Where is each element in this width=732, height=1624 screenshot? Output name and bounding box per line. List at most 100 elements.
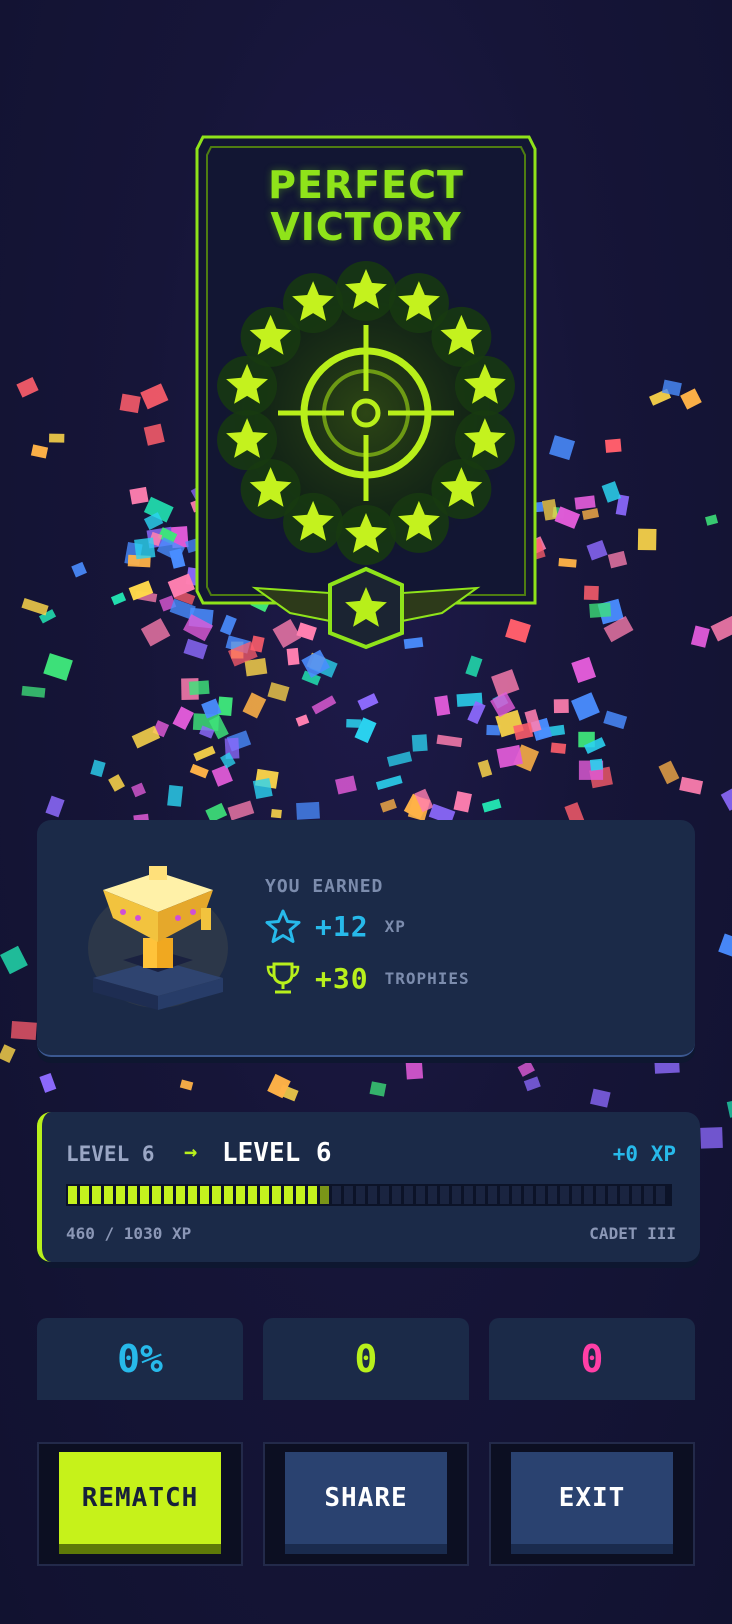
- confetti-piece: [143, 496, 174, 523]
- confetti-piece: [179, 1079, 194, 1091]
- level-from-label: LEVEL 6: [66, 1142, 155, 1166]
- confetti-piece: [45, 795, 65, 818]
- confetti-piece: [135, 590, 158, 603]
- perfect-victory-badge: PERFECT VICTORY: [195, 133, 537, 663]
- confetti-piece: [554, 506, 581, 529]
- confetti-piece: [553, 699, 569, 714]
- confetti-piece: [583, 737, 606, 754]
- confetti-piece: [140, 618, 171, 647]
- badge-title-line1: PERFECT: [268, 163, 464, 207]
- xp-bar-segment: [620, 1186, 629, 1204]
- xp-bar-segment: [212, 1186, 221, 1204]
- confetti-piece: [538, 724, 566, 738]
- xp-bar-segment: [500, 1186, 509, 1204]
- confetti-piece: [700, 1127, 723, 1149]
- xp-bar-segment: [176, 1186, 185, 1204]
- confetti-piece: [690, 625, 710, 648]
- xp-bar-segment: [608, 1186, 617, 1204]
- xp-bar-segment: [524, 1186, 533, 1204]
- confetti-piece: [311, 695, 337, 715]
- xp-bar-segment: [332, 1186, 341, 1204]
- confetti-piece: [496, 744, 523, 769]
- confetti-piece: [159, 595, 177, 612]
- confetti-piece: [357, 693, 379, 711]
- share-button[interactable]: SHARE: [285, 1452, 447, 1544]
- confetti-piece: [129, 486, 149, 505]
- confetti-piece: [477, 759, 493, 778]
- confetti-piece: [90, 759, 106, 778]
- confetti-piece: [558, 558, 577, 568]
- confetti-piece: [661, 379, 682, 397]
- xp-bar-segment: [248, 1186, 257, 1204]
- xp-reward-unit: XP: [384, 916, 406, 936]
- exit-button[interactable]: EXIT: [511, 1452, 673, 1544]
- you-earned-label: YOU EARNED: [265, 876, 384, 897]
- confetti-piece: [172, 706, 194, 731]
- rank-label: CADET III: [589, 1224, 676, 1243]
- confetti-piece: [492, 693, 509, 709]
- confetti-piece: [167, 785, 184, 807]
- confetti-piece: [649, 388, 672, 406]
- confetti-piece: [586, 540, 608, 561]
- exit-button-frame: EXIT: [489, 1442, 695, 1566]
- star-outline-icon: [265, 909, 301, 943]
- xp-bar-segment: [260, 1186, 269, 1204]
- confetti-piece: [224, 737, 240, 760]
- confetti-piece: [227, 800, 255, 821]
- confetti-piece: [295, 714, 310, 727]
- xp-bar-segment: [356, 1186, 365, 1204]
- xp-bar-segment: [392, 1186, 401, 1204]
- confetti-piece: [405, 1059, 424, 1080]
- confetti-piece: [436, 734, 463, 748]
- confetti-piece: [208, 715, 229, 740]
- trophy-image: [88, 866, 228, 1010]
- xp-bar-segment: [572, 1186, 581, 1204]
- xp-bar-segment: [536, 1186, 545, 1204]
- confetti-piece: [549, 435, 576, 461]
- confetti-piece: [148, 531, 163, 547]
- xp-bar-segment: [80, 1186, 89, 1204]
- confetti-piece: [434, 695, 451, 717]
- confetti-piece: [157, 527, 178, 545]
- confetti-piece: [637, 528, 657, 551]
- trophy-outline-icon: [266, 962, 300, 994]
- confetti-piece: [530, 717, 553, 741]
- stat-kills: 0: [263, 1318, 469, 1400]
- confetti-piece: [552, 506, 565, 519]
- confetti-piece: [10, 1021, 37, 1040]
- confetti-piece: [581, 508, 600, 521]
- confetti-piece: [411, 734, 428, 752]
- stat-accuracy-value: 0%: [117, 1337, 163, 1381]
- confetti-piece: [513, 722, 534, 741]
- confetti-piece: [211, 764, 233, 787]
- xp-bar-segment: [404, 1186, 413, 1204]
- xp-bar-segment: [164, 1186, 173, 1204]
- confetti-piece: [679, 776, 704, 795]
- confetti-piece: [193, 745, 216, 762]
- xp-bar-segment: [596, 1186, 605, 1204]
- confetti-piece: [354, 717, 377, 744]
- xp-bar-segment: [284, 1186, 293, 1204]
- confetti-piece: [550, 742, 567, 754]
- confetti-piece: [603, 615, 634, 643]
- confetti-piece: [39, 1072, 57, 1093]
- rematch-button[interactable]: REMATCH: [59, 1452, 221, 1544]
- confetti-piece: [379, 798, 397, 813]
- confetti-piece: [710, 615, 732, 642]
- confetti-piece: [188, 680, 210, 696]
- confetti-piece: [720, 783, 732, 811]
- confetti-piece: [21, 685, 46, 698]
- confetti-piece: [201, 698, 222, 719]
- xp-bar-segment: [104, 1186, 113, 1204]
- confetti-piece: [134, 537, 156, 560]
- confetti-piece: [574, 495, 596, 510]
- confetti-piece: [375, 775, 403, 791]
- confetti-piece: [181, 678, 199, 700]
- xp-bar-segment: [308, 1186, 317, 1204]
- confetti-piece: [296, 801, 320, 820]
- confetti-piece: [131, 725, 161, 749]
- share-button-frame: SHARE: [263, 1442, 469, 1566]
- confetti-piece: [143, 423, 165, 446]
- confetti-piece: [335, 775, 357, 795]
- confetti-piece: [199, 725, 215, 739]
